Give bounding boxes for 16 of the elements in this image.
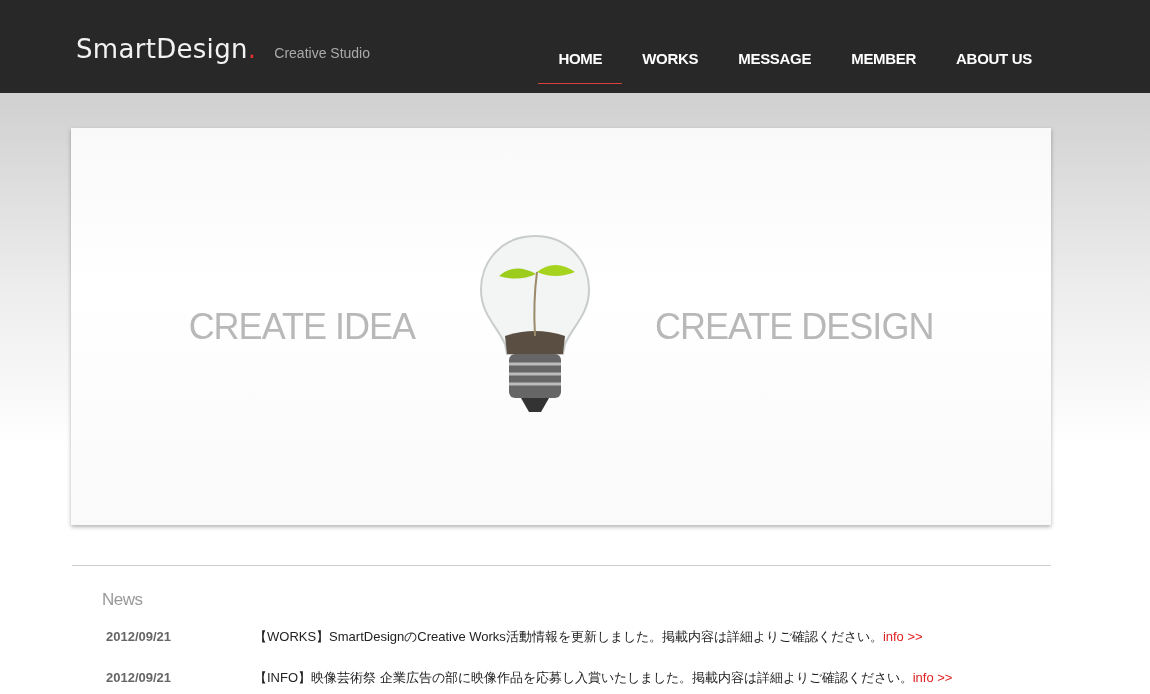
- tagline: Creative Studio: [274, 45, 370, 61]
- logo-text[interactable]: SmartDesign.: [76, 34, 257, 64]
- nav-link[interactable]: MESSAGE: [718, 50, 832, 84]
- nav-link[interactable]: MEMBER: [831, 50, 937, 84]
- news-heading: News: [102, 590, 144, 610]
- nav-link[interactable]: HOME: [538, 50, 623, 84]
- hero-headline: CREATE IDEA: [188, 305, 415, 348]
- news-date: 2012/09/21: [105, 629, 173, 644]
- news-date: 2012/09/21: [105, 670, 173, 685]
- info-link[interactable]: info >>: [912, 670, 953, 685]
- hero-headline: CREATE DESIGN: [655, 305, 934, 348]
- nav-link[interactable]: WORKS: [622, 50, 719, 84]
- news-text: 【WORKS】SmartDesignのCreative Works活動情報を更新しました。掲載内容は詳細よりご確認ください。info >>: [254, 628, 923, 646]
- news-text: 【INFO】映像芸術祭 企業広告の部に映像作品を応募し入賞いたしました。掲載内容は詳細よりご確認ください。info >>: [254, 669, 953, 687]
- info-link[interactable]: info >>: [882, 629, 923, 644]
- nav-link[interactable]: ABOUT US: [936, 50, 1052, 84]
